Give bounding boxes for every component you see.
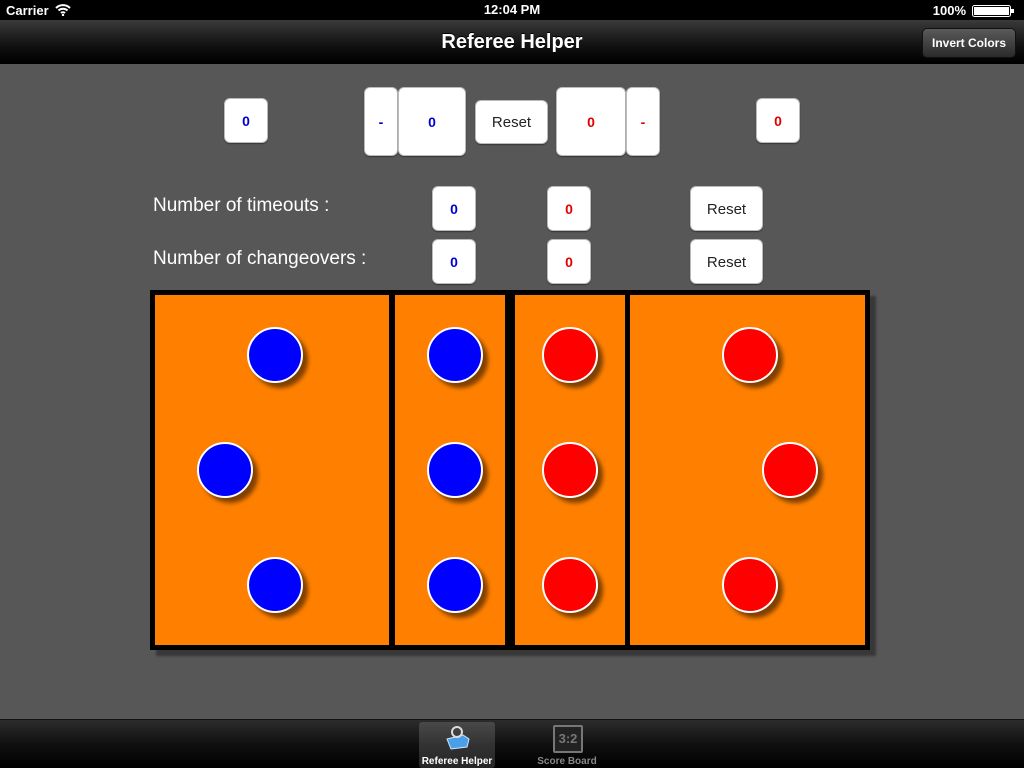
blue-score-counter[interactable]: 0 xyxy=(398,87,466,156)
blue-player-5[interactable] xyxy=(427,442,483,498)
tab-label: Referee Helper xyxy=(421,756,493,767)
red-score-counter[interactable]: 0 xyxy=(556,87,626,156)
status-time: 12:04 PM xyxy=(483,2,541,17)
battery-icon xyxy=(972,5,1014,17)
score-reset-button[interactable]: Reset xyxy=(475,100,548,144)
blue-changeovers-counter[interactable]: 0 xyxy=(432,239,476,284)
red-player-2[interactable] xyxy=(542,442,598,498)
blue-player-3[interactable] xyxy=(247,557,303,613)
timeouts-label: Number of timeouts : xyxy=(153,195,330,216)
page-title: Referee Helper xyxy=(441,31,583,53)
red-player-6[interactable] xyxy=(722,557,778,613)
scoreboard-icon: 3:2 xyxy=(553,725,583,753)
tab-label: Score Board xyxy=(537,756,597,767)
timeouts-reset-button[interactable]: Reset xyxy=(690,186,763,231)
navigation-bar: Referee Helper Invert Colors xyxy=(0,20,1024,64)
red-score-minus-button[interactable]: - xyxy=(626,87,660,156)
blue-score-minus-button[interactable]: - xyxy=(364,87,398,156)
red-player-1[interactable] xyxy=(542,327,598,383)
blue-player-4[interactable] xyxy=(427,327,483,383)
whistle-icon xyxy=(446,726,470,750)
changeovers-label: Number of changeovers : xyxy=(153,248,367,269)
tab-referee-helper[interactable]: Referee Helper xyxy=(419,722,495,768)
battery-percent: 100% xyxy=(932,3,966,18)
red-changeovers-counter[interactable]: 0 xyxy=(547,239,591,284)
tab-bar: Referee Helper 3:2 Score Board xyxy=(0,719,1024,768)
red-player-5[interactable] xyxy=(762,442,818,498)
red-sets-counter[interactable]: 0 xyxy=(756,98,800,143)
red-player-3[interactable] xyxy=(542,557,598,613)
tab-score-board[interactable]: 3:2 Score Board xyxy=(529,722,605,768)
blue-player-1[interactable] xyxy=(247,327,303,383)
invert-colors-button[interactable]: Invert Colors xyxy=(922,28,1016,58)
blue-player-6[interactable] xyxy=(427,557,483,613)
blue-sets-counter[interactable]: 0 xyxy=(224,98,268,143)
blue-player-2[interactable] xyxy=(197,442,253,498)
scoreboard-icon-text: 3:2 xyxy=(558,731,578,746)
blue-timeouts-counter[interactable]: 0 xyxy=(432,186,476,231)
red-player-4[interactable] xyxy=(722,327,778,383)
status-bar: Carrier 12:04 PM 100% xyxy=(0,0,1024,20)
volleyball-court xyxy=(150,290,870,650)
red-timeouts-counter[interactable]: 0 xyxy=(547,186,591,231)
changeovers-reset-button[interactable]: Reset xyxy=(690,239,763,284)
